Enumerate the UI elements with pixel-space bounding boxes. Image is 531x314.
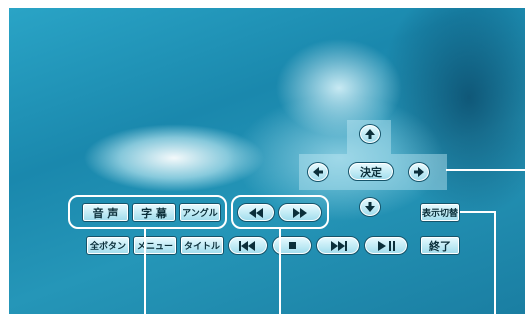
arrow-left-icon bbox=[313, 167, 323, 177]
all-buttons-label: 全ボタン bbox=[89, 242, 126, 252]
subtitle-label: 字 幕 bbox=[141, 206, 167, 220]
right-button[interactable] bbox=[408, 162, 430, 182]
callout-line-direction-pad bbox=[446, 169, 531, 171]
display-switch-button[interactable]: 表示切替 bbox=[420, 203, 460, 222]
play-pause-button[interactable] bbox=[364, 236, 408, 255]
menu-label: メニュー bbox=[136, 242, 173, 252]
skip-next-icon bbox=[331, 240, 347, 251]
play-pause-icon bbox=[378, 240, 395, 251]
angle-button[interactable]: アングル bbox=[179, 203, 221, 222]
left-button[interactable] bbox=[307, 162, 329, 182]
screen: 決定 表示切替 音 声 字 幕 アングル 全ボタン メニュー タイトル 終了 bbox=[0, 0, 531, 314]
audio-label: 音 声 bbox=[92, 206, 119, 220]
callout-line-rewind-group bbox=[279, 229, 281, 314]
title-label: タイトル bbox=[183, 242, 220, 252]
skip-previous-icon bbox=[239, 240, 255, 251]
angle-label: アングル bbox=[182, 209, 218, 219]
callout-line-display-switch-horizontal bbox=[460, 211, 496, 213]
display-switch-label: 表示切替 bbox=[421, 209, 458, 219]
next-chapter-button[interactable] bbox=[316, 236, 360, 255]
down-button[interactable] bbox=[359, 197, 381, 217]
arrow-right-icon bbox=[414, 167, 424, 177]
audio-button[interactable]: 音 声 bbox=[82, 203, 129, 222]
all-buttons-button[interactable]: 全ボタン bbox=[86, 236, 130, 255]
callout-line-audio-group bbox=[144, 229, 146, 314]
enter-button-label: 決定 bbox=[360, 165, 382, 179]
menu-button[interactable]: メニュー bbox=[133, 236, 177, 255]
quit-label: 終了 bbox=[429, 239, 451, 253]
stop-button[interactable] bbox=[272, 236, 312, 255]
arrow-up-icon bbox=[365, 129, 375, 139]
fast-forward-icon bbox=[293, 207, 307, 218]
quit-button[interactable]: 終了 bbox=[420, 236, 460, 255]
rewind-button[interactable] bbox=[237, 203, 275, 222]
stop-icon bbox=[288, 242, 296, 249]
subtitle-button[interactable]: 字 幕 bbox=[132, 203, 176, 222]
arrow-down-icon bbox=[365, 202, 375, 212]
callout-line-display-switch-vertical bbox=[494, 211, 496, 314]
fast-forward-button[interactable] bbox=[278, 203, 322, 222]
video-frame-cat bbox=[9, 8, 525, 314]
up-button[interactable] bbox=[359, 124, 381, 144]
previous-chapter-button[interactable] bbox=[228, 236, 268, 255]
enter-button[interactable]: 決定 bbox=[348, 162, 394, 181]
rewind-icon bbox=[249, 207, 263, 218]
title-button[interactable]: タイトル bbox=[180, 236, 224, 255]
